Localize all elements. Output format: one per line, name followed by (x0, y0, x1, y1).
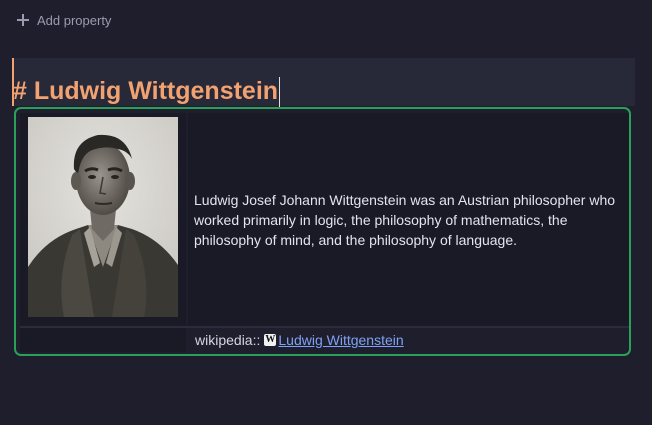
wikipedia-link[interactable]: Ludwig Wittgenstein (278, 332, 403, 348)
description-cell: Ludwig Josef Johann Wittgenstein was an … (188, 113, 629, 326)
wikipedia-property: wikipedia:: W Ludwig Wittgenstein (188, 328, 629, 352)
empty-cell (20, 328, 186, 352)
image-cell (20, 113, 186, 326)
page-heading[interactable]: # Ludwig Wittgenstein (13, 72, 281, 110)
add-property-button[interactable]: Add property (16, 10, 111, 30)
wikipedia-icon: W (264, 334, 277, 346)
text-caret (279, 77, 281, 108)
description-text[interactable]: Ludwig Josef Johann Wittgenstein was an … (194, 190, 625, 250)
wikipedia-key: wikipedia:: (195, 332, 261, 348)
add-property-label: Add property (37, 12, 112, 28)
heading-text[interactable]: # Ludwig Wittgenstein (13, 77, 278, 105)
info-card[interactable]: Ludwig Josef Johann Wittgenstein was an … (14, 107, 631, 356)
plus-icon (16, 13, 30, 27)
portrait-photo (28, 117, 178, 317)
